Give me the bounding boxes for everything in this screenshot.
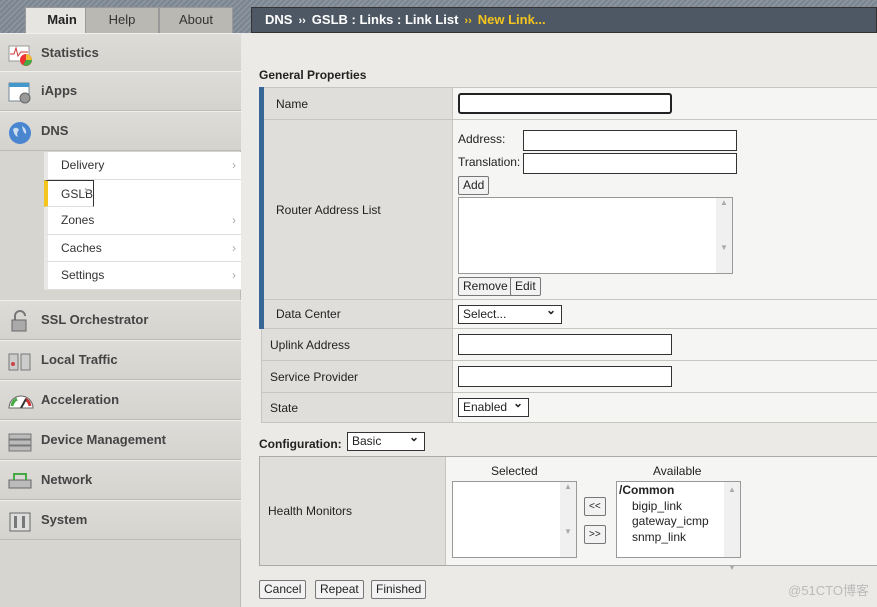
submenu-settings[interactable]: Settings (44, 262, 241, 290)
breadcrumb-link-list[interactable]: GSLB : Links : Link List (312, 12, 459, 27)
section-title: General Properties (259, 68, 367, 82)
statistics-icon (8, 43, 32, 66)
breadcrumb-current: New Link... (477, 12, 546, 27)
monitor-option[interactable]: gateway_icmp (619, 514, 740, 530)
submenu-delivery[interactable]: Delivery (44, 152, 241, 180)
address-label: Address: (458, 132, 506, 146)
sidebar-item-system[interactable]: System (0, 500, 241, 540)
sidebar-item-network[interactable]: Network (0, 460, 241, 500)
system-icon (8, 510, 32, 532)
sidebar-item-acceleration[interactable]: Acceleration (0, 380, 241, 420)
sidebar-item-dns[interactable]: DNS (0, 111, 241, 151)
selected-heading: Selected (491, 464, 538, 478)
sidebar-item-ssl-orchestrator[interactable]: SSL Orchestrator (0, 300, 241, 340)
submenu-gslb[interactable]: GSLB (44, 177, 95, 207)
state-select[interactable]: Enabled (458, 395, 529, 417)
name-label: Name (259, 87, 453, 120)
tab-about[interactable]: About (159, 7, 233, 33)
health-monitors-label: Health Monitors (260, 457, 446, 565)
top-bar: Main Help About DNS ›› GSLB : Links : Link… (0, 0, 877, 34)
selected-monitors-list[interactable]: ▲ ▼ (452, 481, 577, 558)
sidebar-item-device-management[interactable]: Device Management (0, 420, 241, 460)
general-properties-table: Name Router Address List Address: Transl… (259, 87, 877, 423)
lock-icon (8, 310, 32, 332)
scrollbar[interactable]: ▲ ▼ (560, 482, 576, 557)
finished-button[interactable]: Finished (371, 580, 427, 599)
sidebar-label: Acceleration (41, 392, 120, 407)
submenu-caches[interactable]: Caches (44, 234, 241, 262)
repeat-button[interactable]: Repeat (315, 580, 364, 599)
service-provider-label: Service Provider (261, 360, 453, 393)
sidebar: Statistics iApps DNS Delivery GSLB Zones… (0, 33, 241, 607)
sidebar-label: System (41, 512, 88, 527)
configuration-label: Configuration: (259, 437, 342, 451)
uplink-input[interactable] (458, 334, 672, 355)
state-label: State (261, 392, 453, 423)
dns-submenu: Delivery GSLB Zones Caches Settings (44, 152, 241, 290)
configuration-select[interactable]: Basic (347, 429, 425, 451)
translation-input[interactable] (523, 153, 737, 174)
sidebar-label: Device Management (41, 432, 166, 447)
main-content: General Properties Name Router Address L… (241, 33, 877, 607)
sidebar-label: DNS (41, 123, 69, 138)
watermark: @51CTO博客 (788, 583, 869, 598)
sidebar-label: Statistics (41, 45, 99, 60)
name-input[interactable] (458, 93, 672, 114)
address-input[interactable] (523, 130, 737, 151)
iapps-icon (8, 81, 32, 104)
submenu-zones[interactable]: Zones (44, 207, 241, 235)
gauge-icon (8, 390, 34, 412)
available-group: /Common (619, 483, 675, 497)
globe-icon (8, 121, 32, 144)
sidebar-label: SSL Orchestrator (41, 312, 149, 327)
device-icon (8, 430, 32, 452)
available-monitors-list[interactable]: /Common bigip_link gateway_icmp snmp_lin… (616, 481, 741, 572)
sidebar-item-local-traffic[interactable]: Local Traffic (0, 340, 241, 380)
monitor-option[interactable]: bigip_link (619, 499, 740, 515)
sidebar-item-iapps[interactable]: iApps (0, 71, 241, 111)
cancel-button[interactable]: Cancel (259, 580, 307, 599)
breadcrumb: DNS ›› GSLB : Links : Link List ›› New Link.… (251, 7, 877, 33)
move-right-button[interactable]: >> (584, 525, 606, 544)
network-icon (8, 470, 32, 492)
sidebar-label: iApps (41, 83, 78, 98)
breadcrumb-sep: ›› (464, 15, 472, 27)
data-center-label: Data Center (259, 299, 453, 329)
sidebar-label: Network (41, 472, 93, 487)
breadcrumb-dns[interactable]: DNS (265, 12, 292, 27)
scrollbar[interactable]: ▲ ▼ (724, 482, 740, 572)
edit-button[interactable]: Edit (510, 277, 541, 296)
breadcrumb-sep: ›› (298, 15, 306, 27)
move-left-button[interactable]: << (584, 497, 606, 516)
available-heading: Available (653, 464, 702, 478)
add-button[interactable]: Add (458, 176, 490, 195)
router-address-list[interactable]: ▲ ▼ (458, 197, 733, 274)
scrollbar[interactable]: ▲ ▼ (716, 198, 732, 273)
tab-help[interactable]: Help (85, 7, 159, 33)
data-center-select[interactable]: Select... (458, 302, 562, 324)
remove-button[interactable]: Remove (458, 277, 513, 296)
sidebar-item-statistics[interactable]: Statistics (0, 33, 241, 73)
service-provider-input[interactable] (458, 366, 672, 387)
uplink-label: Uplink Address (261, 328, 453, 361)
translation-label: Translation: (458, 155, 521, 169)
local-traffic-icon (8, 350, 32, 372)
sidebar-label: Local Traffic (41, 352, 118, 367)
router-address-label: Router Address List (259, 119, 453, 300)
monitor-option[interactable]: snmp_link (619, 530, 740, 546)
health-monitors-row: Health Monitors Selected Available ▲ ▼ <<… (259, 456, 877, 572)
